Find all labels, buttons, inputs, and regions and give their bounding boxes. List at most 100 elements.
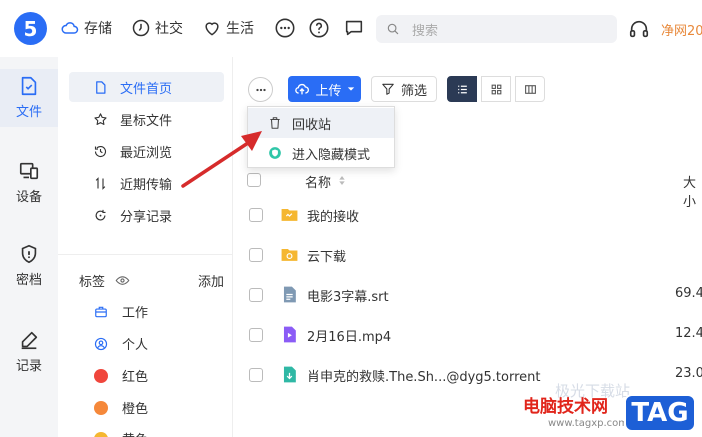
search-placeholder: 搜索 <box>412 23 439 39</box>
video-file-icon <box>283 326 296 343</box>
sidebar-item-starred[interactable]: 星标文件 <box>69 104 224 134</box>
caret-down-icon <box>347 87 354 91</box>
column-view-button[interactable] <box>515 76 545 102</box>
upload-button[interactable]: 上传 <box>288 76 361 102</box>
device-icon <box>19 162 39 180</box>
tag-red[interactable]: 红色 <box>94 366 148 385</box>
tag-personal[interactable]: 个人 <box>94 334 148 353</box>
file-size: 23.0 <box>675 366 702 381</box>
table-row[interactable]: 电影3字幕.srt 69.4 <box>233 275 702 315</box>
tag-orange[interactable]: 橙色 <box>94 398 148 417</box>
sort-icon[interactable] <box>339 176 345 185</box>
row-checkbox[interactable] <box>249 368 263 382</box>
select-all-checkbox[interactable] <box>247 173 261 187</box>
row-checkbox[interactable] <box>249 328 263 342</box>
left-rail: 文件 设备 密档 记录 <box>0 57 58 437</box>
nav-storage-label: 存储 <box>84 21 112 37</box>
tag-work[interactable]: 工作 <box>94 302 148 321</box>
sidebar-item-label: 最近浏览 <box>120 145 173 161</box>
rail-item-records[interactable]: 记录 <box>0 329 58 374</box>
trash-icon <box>270 117 280 129</box>
user-name[interactable]: 净网20 <box>661 20 702 39</box>
app-logo[interactable]: 5 <box>14 12 47 45</box>
shared-folder-icon <box>281 208 298 221</box>
watermark-url: www.tagxp.com <box>548 418 628 429</box>
tag-label: 个人 <box>122 338 149 353</box>
nav-life[interactable]: 生活 <box>202 18 254 38</box>
tag-yellow[interactable]: 黄色 <box>94 429 148 437</box>
menu-item-label: 进入隐藏模式 <box>292 147 371 163</box>
cloud-upload-icon <box>295 83 310 95</box>
filter-label: 筛选 <box>400 83 427 99</box>
menu-item-label: 回收站 <box>292 117 332 133</box>
file-name: 肖申克的救赎.The.Sh...@dyg5.torrent <box>307 370 541 385</box>
table-row[interactable]: 我的接收 <box>233 195 702 235</box>
sidebar-item-label: 星标文件 <box>120 113 173 129</box>
grid-view-button[interactable] <box>481 76 511 102</box>
nav-social-label: 社交 <box>155 21 183 37</box>
document-icon <box>96 80 106 94</box>
help-icon[interactable] <box>308 17 330 39</box>
tags-header: 标签 添加 <box>79 271 224 290</box>
message-icon[interactable] <box>343 17 365 39</box>
watermark-site-name: 电脑技术网 <box>523 397 608 417</box>
grid-view-icon <box>491 84 501 94</box>
sidebar-item-label: 分享记录 <box>120 209 173 225</box>
row-checkbox[interactable] <box>249 208 263 222</box>
rail-item-files[interactable]: 文件 <box>0 75 58 120</box>
nav-social[interactable]: 社交 <box>131 18 183 38</box>
menu-item-recycle-bin[interactable]: 回收站 <box>248 108 394 138</box>
upload-label: 上传 <box>315 83 342 99</box>
file-name: 云下载 <box>307 250 347 265</box>
torrent-file-icon <box>283 366 296 383</box>
search-bar[interactable]: 搜索 <box>376 15 617 43</box>
filter-button[interactable]: 筛选 <box>371 76 437 102</box>
tags-add-button[interactable]: 添加 <box>198 271 224 290</box>
file-size: 12.48 <box>675 326 702 341</box>
pen-icon <box>21 331 38 350</box>
file-name: 2月16日.mp4 <box>307 330 392 345</box>
clock-icon <box>132 19 150 37</box>
star-icon <box>94 112 107 125</box>
table-row[interactable]: 云下载 <box>233 235 702 275</box>
history-icon <box>94 145 106 157</box>
tag-label: 黄色 <box>122 429 148 437</box>
sidebar-item-home[interactable]: 文件首页 <box>69 72 224 102</box>
eye-icon[interactable] <box>115 273 130 288</box>
headset-icon[interactable] <box>628 18 650 40</box>
tag-label: 红色 <box>122 370 149 385</box>
column-view-icon <box>524 84 536 94</box>
list-view-icon <box>457 85 467 93</box>
table-row[interactable]: 肖申克的救赎.The.Sh...@dyg5.torrent 23.0 <box>233 355 702 395</box>
rail-label-files: 文件 <box>15 105 42 120</box>
hidden-mode-icon <box>269 147 281 159</box>
rail-item-devices[interactable]: 设备 <box>0 160 58 205</box>
rail-item-vault[interactable]: 密档 <box>0 243 58 288</box>
orange-dot-icon <box>94 400 108 415</box>
file-size: 69.4 <box>675 286 702 301</box>
menu-item-hidden-mode[interactable]: 进入隐藏模式 <box>248 138 394 168</box>
transfer-icon <box>95 176 106 190</box>
sidebar-item-recent[interactable]: 最近浏览 <box>69 136 224 166</box>
nav-storage[interactable]: 存储 <box>60 18 112 38</box>
tag-label: 橙色 <box>122 402 149 417</box>
shield-icon <box>21 244 37 264</box>
watermark-badge: TAG <box>624 394 696 432</box>
row-checkbox[interactable] <box>249 248 263 262</box>
file-name: 电影3字幕.srt <box>307 290 389 305</box>
search-icon <box>387 23 399 35</box>
sidebar-item-label: 近期传输 <box>120 177 173 193</box>
sidebar-item-shares[interactable]: 分享记录 <box>69 200 224 230</box>
more-options-button[interactable] <box>248 77 273 102</box>
file-name: 我的接收 <box>307 210 360 225</box>
table-row[interactable]: 2月16日.mp4 12.48 <box>233 315 702 355</box>
sidebar-item-transfers[interactable]: 近期传输 <box>69 168 224 198</box>
ellipsis-icon <box>255 88 266 91</box>
table-header: 名称 大小 <box>233 167 702 210</box>
briefcase-icon <box>95 306 107 317</box>
more-apps-icon[interactable] <box>274 17 296 39</box>
column-header-name[interactable]: 名称 <box>305 172 331 191</box>
list-view-button[interactable] <box>447 76 477 102</box>
row-checkbox[interactable] <box>249 288 263 302</box>
more-options-menu: 回收站 进入隐藏模式 <box>247 106 395 168</box>
